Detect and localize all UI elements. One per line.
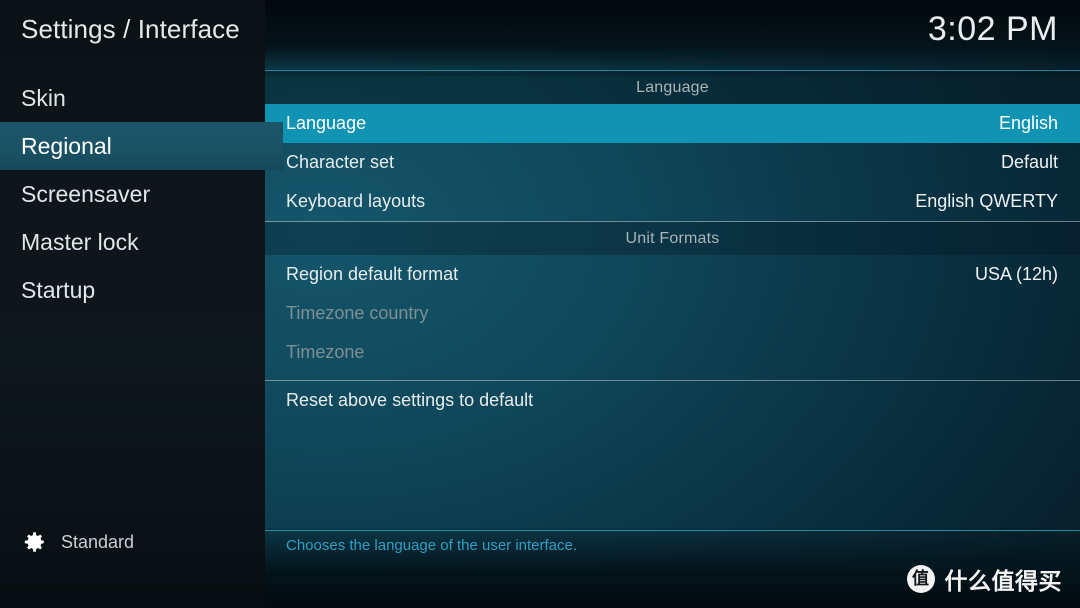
settings-row[interactable]: Region default format USA (12h) <box>265 255 1080 294</box>
sidebar-item-regional[interactable]: Regional <box>0 122 283 170</box>
settings-row-value: USA (12h) <box>974 264 1058 284</box>
settings-main-panel: Language Language English Character set Defa… <box>265 0 1080 608</box>
settings-list[interactable]: Language Language English Character set Defa… <box>265 71 1080 420</box>
settings-row-label: Timezone country <box>286 303 429 323</box>
sidebar-item-label: Master lock <box>21 229 139 255</box>
settings-row: Timezone country <box>265 294 1080 333</box>
sidebar-item-skin[interactable]: Skin <box>0 74 283 122</box>
footer-divider <box>265 530 1080 531</box>
settings-row-label: Region default format <box>286 264 459 284</box>
sidebar-category-list[interactable]: Skin Regional Screensaver Master lock Startu… <box>0 74 283 314</box>
watermark: 值 什么值得买 <box>906 562 1063 596</box>
kodi-settings-screen: Language Language English Character set Defa… <box>0 0 1080 608</box>
help-text: Chooses the language of the user interfa… <box>286 537 578 554</box>
settings-row-label: Timezone <box>286 342 365 362</box>
settings-level-button[interactable]: Standard <box>21 529 134 555</box>
group-header: Unit Formats <box>265 222 1080 255</box>
group-header: Language <box>265 71 1080 104</box>
settings-row[interactable]: Character set Default <box>265 143 1080 182</box>
settings-row-label: Keyboard layouts <box>286 191 426 211</box>
settings-row: Timezone <box>265 333 1080 372</box>
settings-row-label: Language <box>286 113 367 133</box>
page-title: Settings / Interface <box>21 14 240 44</box>
settings-sidebar: Settings / Interface Skin Regional Screens… <box>0 0 283 608</box>
watermark-logo-icon: 值 <box>906 565 935 593</box>
settings-row-value: English QWERTY <box>915 191 1058 211</box>
group-header-label: Language <box>636 78 709 96</box>
settings-row-value: English <box>998 113 1058 133</box>
gear-icon <box>21 529 47 555</box>
settings-row[interactable]: Keyboard layouts English QWERTY <box>265 182 1080 221</box>
sidebar-item-label: Startup <box>21 277 96 303</box>
settings-row[interactable]: Language English <box>265 104 1080 143</box>
settings-row-label: Reset above settings to default <box>286 390 534 410</box>
sidebar-item-label: Regional <box>21 133 112 159</box>
sidebar-item-master-lock[interactable]: Master lock <box>0 218 283 266</box>
sidebar-item-label: Skin <box>21 85 66 111</box>
sidebar-item-startup[interactable]: Startup <box>0 266 283 314</box>
settings-row-value: Default <box>1000 152 1058 172</box>
clock: 3:02 PM <box>927 10 1058 48</box>
settings-level-label: Standard <box>61 531 135 552</box>
settings-row[interactable]: Reset above settings to default <box>265 381 1080 420</box>
sidebar-item-screensaver[interactable]: Screensaver <box>0 170 283 218</box>
settings-row-label: Character set <box>286 152 395 172</box>
group-header-label: Unit Formats <box>625 229 720 247</box>
watermark-text: 什么值得买 <box>944 569 1062 595</box>
sidebar-item-label: Screensaver <box>21 181 151 207</box>
